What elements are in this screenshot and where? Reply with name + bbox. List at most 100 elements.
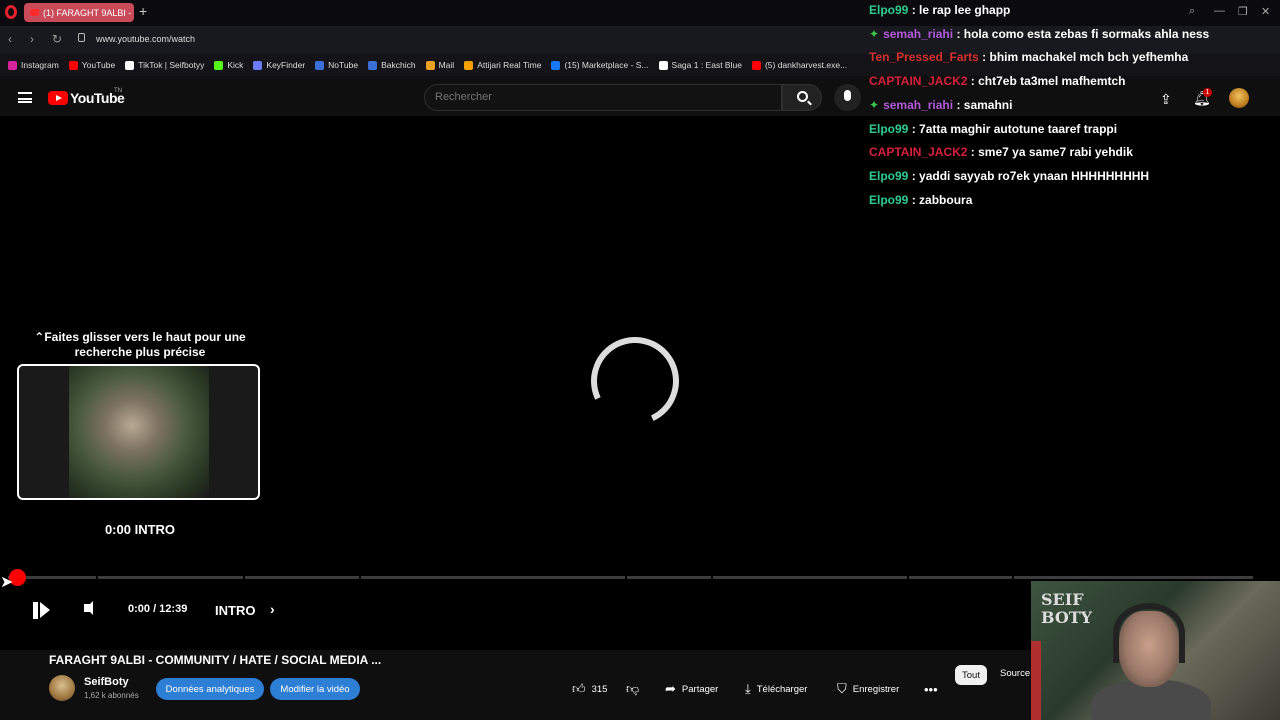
timecode: 0:00 / 12:39 xyxy=(128,603,188,615)
subscriber-badge-icon: ✦ xyxy=(869,97,880,112)
bookmark-label: NoTube xyxy=(328,60,359,70)
back-icon[interactable]: ‹ xyxy=(8,32,12,46)
browser-tab[interactable]: (1) FARAGHT 9ALBI - COM xyxy=(24,3,134,22)
youtube-logo-icon[interactable] xyxy=(48,91,68,105)
more-actions-button[interactable]: ••• xyxy=(924,678,944,700)
bookmark-item[interactable]: Saga 1 : East Blue xyxy=(658,60,742,70)
voice-search-button[interactable] xyxy=(834,84,861,111)
filter-chip-all[interactable]: Tout xyxy=(955,665,987,685)
chat-username: Elpo99 xyxy=(869,121,909,136)
channel-name[interactable]: SeifBoty xyxy=(84,676,129,688)
bookmark-item[interactable]: Kick xyxy=(214,60,243,70)
webcam-overlay: SEIF BOTY xyxy=(1031,581,1280,720)
search-input[interactable] xyxy=(425,85,781,109)
progress-bar[interactable] xyxy=(8,576,1253,579)
chat-text: : le rap lee ghapp xyxy=(908,3,1011,17)
channel-avatar[interactable] xyxy=(49,675,75,701)
chat-message: Elpo99 : yaddi sayyab ro7ek ynaan HHHHHH… xyxy=(869,169,1149,183)
save-button[interactable]: ⛉ Enregistrer xyxy=(837,678,899,700)
bookmark-item[interactable]: Mail xyxy=(425,60,454,70)
search-box xyxy=(424,84,782,111)
download-label: Télécharger xyxy=(756,683,808,695)
bookmark-label: YouTube xyxy=(81,60,116,70)
bookmark-favicon-icon xyxy=(425,60,435,70)
chat-text: : zabboura xyxy=(908,192,973,207)
share-button[interactable]: ➦ Partager xyxy=(665,678,718,700)
new-tab-icon[interactable]: + xyxy=(139,4,151,18)
bookmark-item[interactable]: NoTube xyxy=(315,60,358,70)
preview-timestamp: 0:00 INTRO xyxy=(20,522,260,537)
minimize-icon[interactable]: — xyxy=(1214,5,1225,17)
bookmark-favicon-icon xyxy=(464,60,474,70)
download-icon: ⤓ xyxy=(745,681,751,696)
chapter-marker xyxy=(907,576,909,579)
chat-username: semah_riahi xyxy=(883,97,954,112)
youtube-favicon-icon xyxy=(30,9,39,16)
chat-message: ✦ semah_riahi : samahni xyxy=(869,98,1012,112)
dislike-button[interactable]: 👎︎ xyxy=(626,678,645,700)
wall-graffiti: SEIF BOTY xyxy=(1041,590,1093,627)
bookmark-item[interactable]: KeyFinder xyxy=(253,60,305,70)
chat-message: Elpo99 : 7atta maghir autotune taaref tr… xyxy=(869,122,1117,136)
edit-video-button[interactable]: Modifier la vidéo xyxy=(270,678,360,700)
bookmark-favicon-icon xyxy=(125,60,135,70)
notification-badge: 1 xyxy=(1203,88,1212,97)
chapter-marker xyxy=(243,576,245,579)
bookmark-item[interactable]: (5) dankharvest.exe... xyxy=(751,60,847,70)
download-button[interactable]: ⤓ Télécharger xyxy=(745,678,807,700)
restore-icon[interactable]: ❐ xyxy=(1238,5,1248,18)
chat-text: : bhim machakel mch bch yefhemha xyxy=(978,50,1189,65)
bookmark-favicon-icon xyxy=(751,60,761,70)
bookmark-item[interactable]: TikTok | Seifbotyy xyxy=(125,60,204,70)
like-count: 315 xyxy=(591,683,608,695)
reload-icon[interactable]: ↻ xyxy=(52,32,62,46)
forward-icon[interactable]: › xyxy=(30,32,34,46)
seek-hint: ⌃Faites glisser vers le haut pour une re… xyxy=(34,330,246,359)
lock-icon xyxy=(78,33,85,42)
chapter-marker xyxy=(359,576,361,579)
seek-preview-thumbnail xyxy=(17,364,260,500)
chevron-right-icon[interactable]: › xyxy=(270,601,275,617)
share-label: Partager xyxy=(681,683,719,695)
bookmark-item[interactable]: YouTube xyxy=(68,60,116,70)
url-field[interactable]: www.youtube.com/watch xyxy=(96,34,195,44)
like-button[interactable]: 👍︎ 315 xyxy=(572,678,607,700)
menu-icon[interactable] xyxy=(18,92,32,103)
seek-hint-text: Faites glisser vers le haut pour une rec… xyxy=(44,330,246,359)
bookmark-item[interactable]: Bakchich xyxy=(368,60,416,70)
bookmark-label: TikTok | Seifbotyy xyxy=(138,60,205,70)
chapter-marker xyxy=(96,576,98,579)
bookmark-label: Kick xyxy=(227,60,244,70)
bookmark-item[interactable]: Instagram xyxy=(8,60,59,70)
search-tabs-icon[interactable]: ⌕ xyxy=(1189,5,1195,18)
upload-icon[interactable]: ⇪ xyxy=(1160,91,1172,108)
chat-username: Ten_Pressed_Farts xyxy=(869,50,979,65)
browser-tab-bar: (1) FARAGHT 9ALBI - COM + ⌕ — ❐ ✕ xyxy=(0,0,1280,26)
bookmark-item[interactable]: (15) Marketplace - S... xyxy=(551,60,649,70)
account-avatar[interactable] xyxy=(1229,88,1249,108)
volume-icon[interactable] xyxy=(84,601,93,615)
analytics-button[interactable]: Données analytiques xyxy=(156,678,264,700)
microphone-icon xyxy=(844,90,851,101)
webcam-red-object xyxy=(1031,641,1041,720)
search-button[interactable] xyxy=(782,84,822,111)
save-label: Enregistrer xyxy=(852,683,900,695)
chat-message: Elpo99 : le rap lee ghapp xyxy=(869,3,1010,17)
chapter-title[interactable]: INTRO xyxy=(215,603,255,618)
bookmark-item[interactable]: Attijari Real Time xyxy=(464,60,541,70)
chat-username: Elpo99 xyxy=(869,168,909,183)
opera-logo-icon[interactable] xyxy=(5,5,17,19)
subscriber-count: 1,62 k abonnés xyxy=(84,691,139,700)
mouse-cursor-icon: ➤ xyxy=(0,574,14,591)
thumbs-up-icon: 👍︎ xyxy=(572,681,586,696)
chat-username: CAPTAIN_JACK2 xyxy=(869,145,968,160)
play-pause-icon[interactable] xyxy=(33,602,50,619)
bookmark-label: Attijari Real Time xyxy=(477,60,542,70)
bookmark-favicon-icon xyxy=(368,60,378,70)
close-icon[interactable]: ✕ xyxy=(1261,5,1270,18)
preview-chapter: INTRO xyxy=(134,522,176,537)
tab-title: (1) FARAGHT 9ALBI - COM xyxy=(43,7,134,18)
preview-time: 0:00 xyxy=(104,522,131,537)
filter-chip-source[interactable]: Source xyxy=(1000,668,1030,679)
chat-text: : hola como esta zebas fi sormaks ahla n… xyxy=(953,26,1210,41)
